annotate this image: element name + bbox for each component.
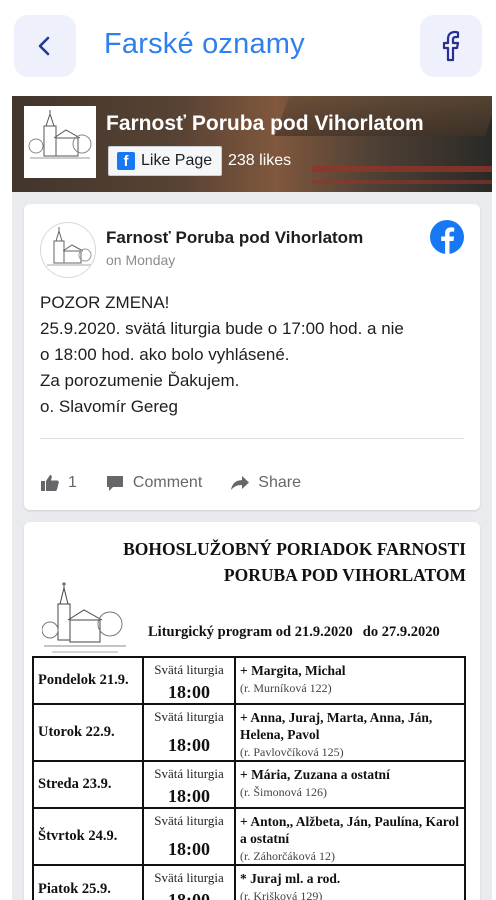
facebook-circle-icon[interactable] [430, 220, 464, 254]
church-drawing-icon [42, 582, 126, 653]
liturgy-cell: Svätá liturgia 18:00 [142, 760, 236, 809]
day-cell: Pondelok 21.9. [32, 656, 144, 705]
schedule-image[interactable]: BOHOSLUŽOBNÝ PORIADOK FARNOSTI PORUBA PO… [24, 522, 480, 900]
like-count: 1 [68, 474, 77, 491]
table-row: Piatok 25.9. Svätá liturgia 18:00 * Juraj… [32, 864, 466, 900]
post-time[interactable]: on Monday [106, 252, 175, 268]
day-cell: Piatok 25.9. [32, 864, 144, 900]
liturgy-time: 18:00 [168, 682, 210, 702]
intention-cell: + Anna, Juraj, Marta, Anna, Ján, Helena,… [234, 703, 466, 762]
intention-cell: + Anton,, Alžbeta, Ján, Paulína, Karol a… [234, 807, 466, 866]
liturgy-label: Svätá liturgia [154, 709, 224, 724]
like-page-button[interactable]: f Like Page [108, 146, 222, 176]
post-line: POZOR ZMENA! [40, 293, 170, 312]
intention-names: + Margita, Michal [240, 663, 346, 678]
like-page-label: Like Page [141, 152, 213, 169]
post-line: 25.9.2020. svätá liturgia bude o 17:00 h… [40, 319, 404, 338]
post-line: Za porozumenie Ďakujem. [40, 371, 240, 390]
schedule-table: Pondelok 21.9. Svätá liturgia 18:00 + Mar… [32, 656, 466, 900]
program-from: Liturgický program od 21.9.2020 [148, 624, 353, 640]
church-avatar-icon [47, 227, 92, 266]
post-card: Farnosť Poruba pod Vihorlatom on Monday … [24, 204, 480, 510]
intention-address: (r. Murníková 122) [240, 681, 332, 695]
liturgy-cell: Svätá liturgia 18:00 [142, 807, 236, 866]
comment-label: Comment [132, 474, 203, 491]
liturgy-cell: Svätá liturgia 18:00 [142, 656, 236, 705]
intention-names: + Anna, Juraj, Marta, Anna, Ján, Helena,… [240, 710, 433, 742]
day-cell: Štvrtok 24.9. [32, 807, 144, 866]
liturgy-time: 18:00 [168, 786, 210, 806]
chevron-left-icon [38, 36, 50, 56]
table-row: Utorok 22.9. Svätá liturgia 18:00 + Anna,… [32, 703, 466, 762]
post-text: POZOR ZMENA! 25.9.2020. svätá liturgia b… [40, 290, 468, 420]
comment-icon [106, 476, 123, 491]
liturgy-time: 18:00 [168, 839, 210, 859]
comment-button[interactable]: Comment [105, 474, 202, 492]
liturgy-label: Svätá liturgia [154, 870, 224, 885]
back-button[interactable] [14, 15, 76, 77]
liturgy-label: Svätá liturgia [154, 766, 224, 781]
table-row: Pondelok 21.9. Svätá liturgia 18:00 + Mar… [32, 656, 466, 705]
intention-cell: + Mária, Zuzana a ostatní (r. Šimonová 12… [234, 760, 466, 809]
intention-address: (r. Krišková 129) [240, 889, 323, 900]
intention-cell: + Margita, Michal (r. Murníková 122) [234, 656, 466, 705]
like-button[interactable]: 1 [40, 474, 77, 492]
facebook-logo-icon: f [117, 152, 135, 170]
liturgy-time: 18:00 [168, 890, 210, 900]
likes-count: 238 likes [228, 152, 292, 169]
day-cell: Utorok 22.9. [32, 703, 144, 762]
page-title: Farské oznamy [104, 28, 305, 60]
app-header: Farské oznamy [0, 0, 496, 96]
liturgy-time: 18:00 [168, 735, 210, 755]
post-actions: 1 Comment Share [40, 468, 329, 498]
program-to: do 27.9.2020 [362, 624, 440, 640]
intention-address: (r. Šimonová 126) [240, 785, 327, 799]
facebook-icon [442, 30, 460, 62]
liturgy-label: Svätá liturgia [154, 662, 224, 677]
intention-address: (r. Pavlovčíková 125) [240, 745, 344, 759]
post-line: o 18:00 hod. ako bolo vyhlásené. [40, 345, 290, 364]
liturgy-cell: Svätá liturgia 18:00 [142, 703, 236, 762]
intention-names: + Anton,, Alžbeta, Ján, Paulína, Karol a… [240, 814, 459, 846]
table-row: Streda 23.9. Svätá liturgia 18:00 + Mária… [32, 760, 466, 809]
post-divider [40, 438, 464, 439]
share-button[interactable]: Share [230, 474, 301, 492]
intention-address: (r. Záhorčáková 12) [240, 849, 335, 863]
table-row: Štvrtok 24.9. Svätá liturgia 18:00 + Anto… [32, 807, 466, 866]
church-sketch-icon [26, 108, 94, 176]
thumbs-up-icon [41, 475, 59, 491]
intention-cell: * Juraj ml. a rod. (r. Krišková 129) [234, 864, 466, 900]
post-author[interactable]: Farnosť Poruba pod Vihorlatom [106, 228, 363, 248]
schedule-title-line: BOHOSLUŽOBNÝ PORIADOK FARNOSTI [123, 539, 466, 559]
post-line: o. Slavomír Gereg [40, 397, 178, 416]
liturgy-label: Svätá liturgia [154, 813, 224, 828]
share-icon [231, 476, 250, 490]
facebook-button[interactable] [420, 15, 482, 77]
liturgy-cell: Svätá liturgia 18:00 [142, 864, 236, 900]
share-label: Share [258, 474, 301, 491]
page-banner[interactable]: Farnosť Poruba pod Vihorlatom f Like Pag… [12, 96, 492, 192]
page-thumbnail[interactable] [24, 106, 96, 178]
banner-page-name[interactable]: Farnosť Poruba pod Vihorlatom [106, 112, 486, 136]
author-avatar[interactable] [40, 222, 96, 278]
intention-names: * Juraj ml. a rod. [240, 871, 341, 886]
program-range: Liturgický program od 21.9.2020 do 27.9.2… [148, 624, 440, 641]
intention-names: + Mária, Zuzana a ostatní [240, 767, 390, 782]
day-cell: Streda 23.9. [32, 760, 144, 809]
